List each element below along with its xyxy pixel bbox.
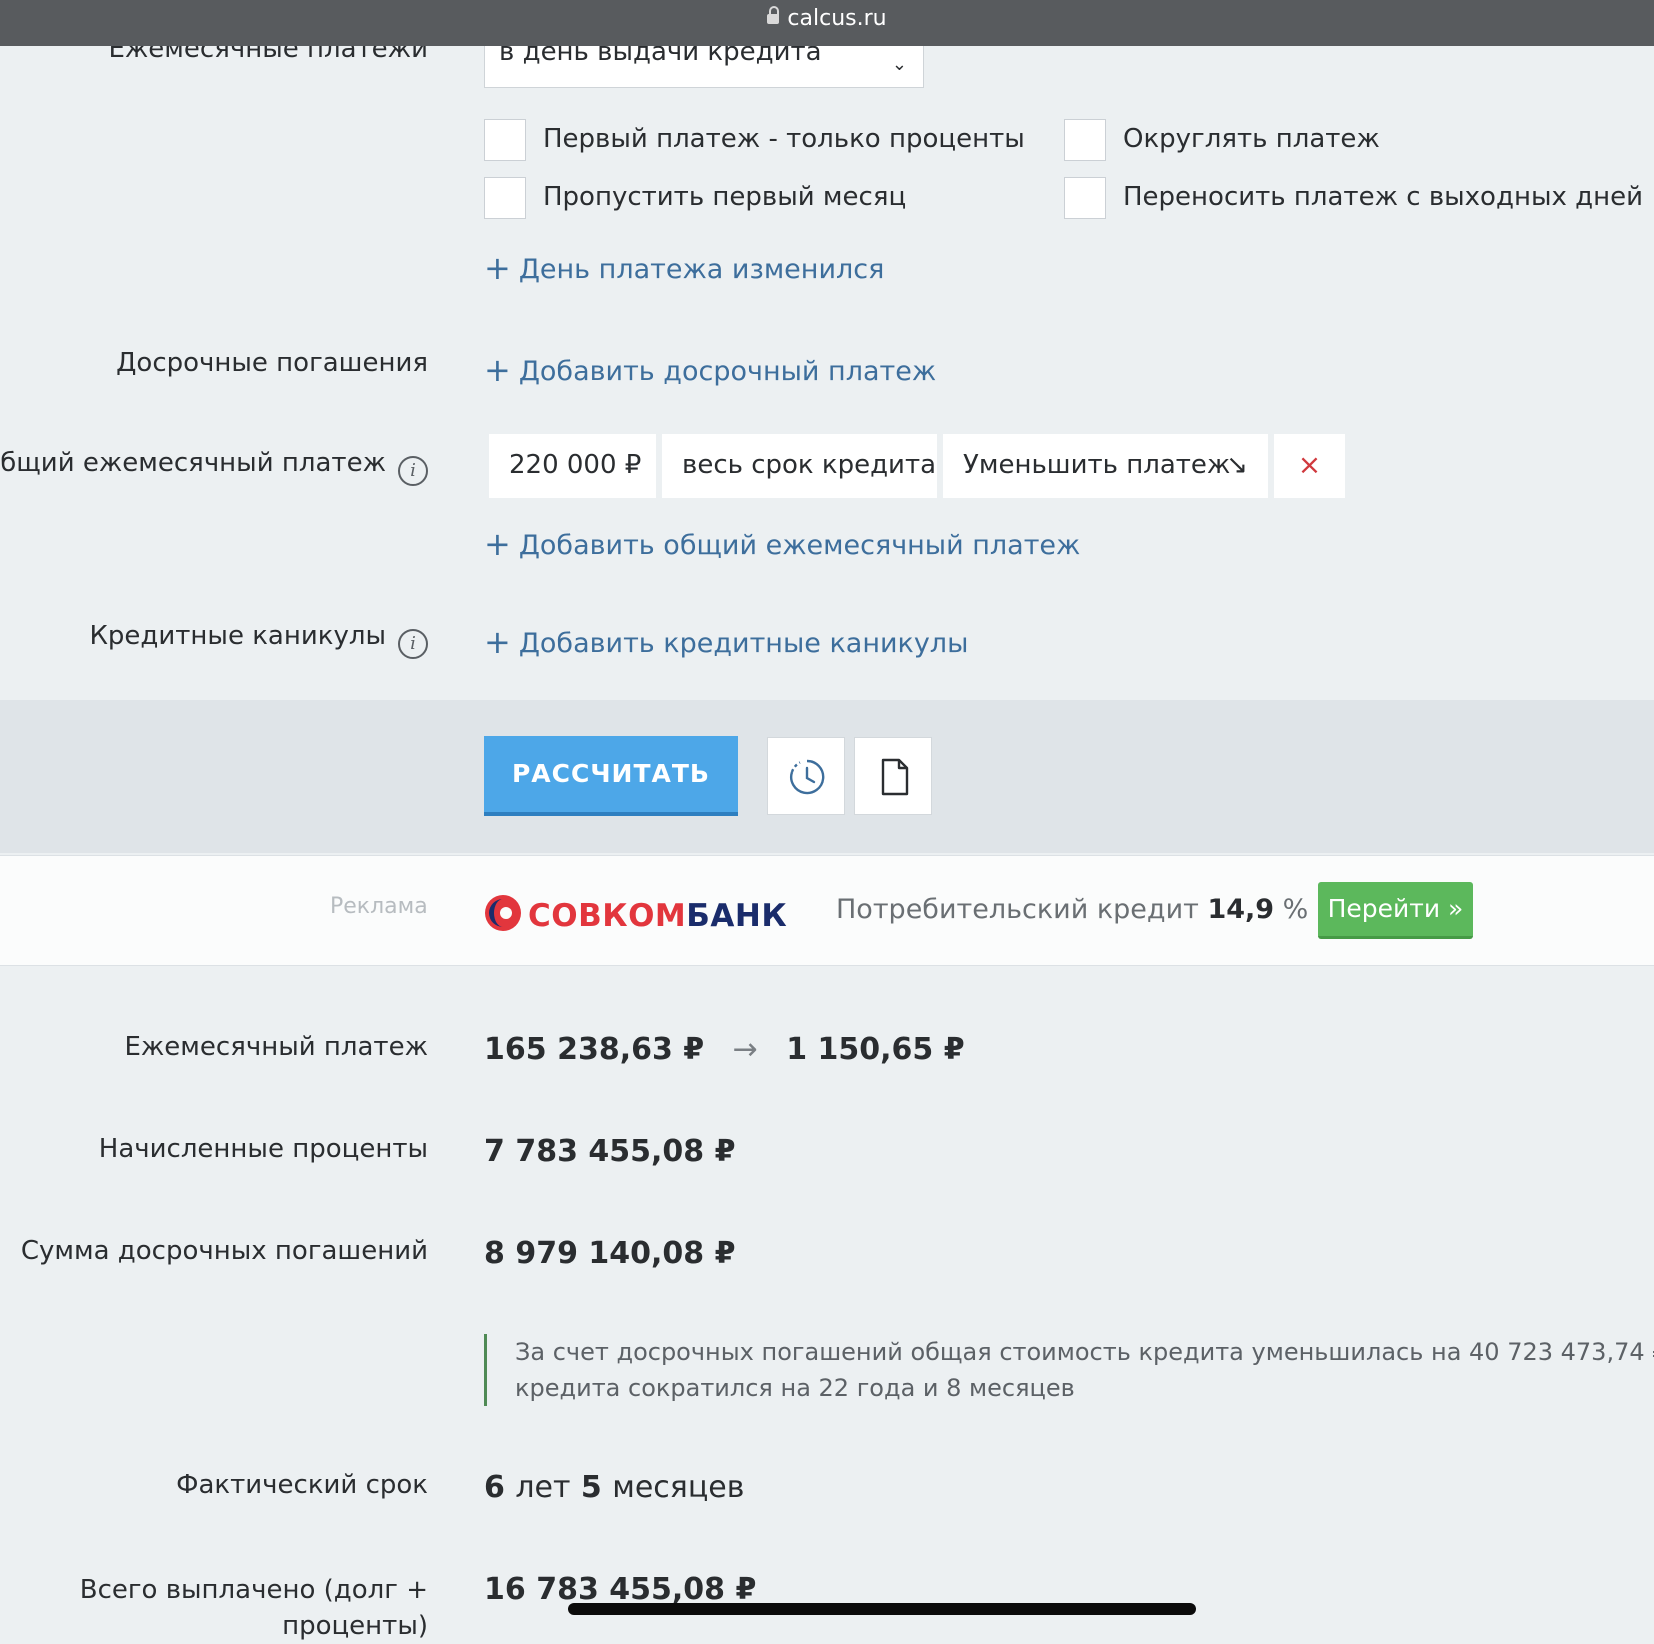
clock-history-icon (790, 759, 825, 795)
checkbox-label-move-weekend-payment: Переносить платеж с выходных дней (1123, 182, 1643, 212)
plus-icon: + (484, 623, 511, 661)
ad-label: Реклама (330, 894, 428, 919)
checkbox-skip-first-month[interactable] (484, 177, 526, 219)
document-icon (881, 758, 909, 796)
checkbox-move-weekend-payment[interactable] (1064, 177, 1106, 219)
checkbox-label-first-interest-only: Первый платеж - только проценты (543, 124, 1025, 154)
url-display[interactable]: calcus.ru (0, 6, 1654, 31)
history-button[interactable] (767, 737, 845, 815)
plus-icon: + (484, 249, 511, 287)
total-payment-period-chip[interactable]: весь срок кредита (662, 434, 937, 498)
remove-total-payment-button[interactable]: × (1274, 434, 1345, 498)
info-icon[interactable]: i (398, 456, 428, 486)
sovcombank-logo[interactable]: СОВКОМБАНК (484, 888, 787, 934)
arrow-down-right-icon: ↘ (1226, 450, 1248, 480)
result-early-sum-value: 8 979 140,08 ₽ (484, 1236, 736, 1271)
payment-day-changed-link[interactable]: + День платежа изменился (484, 248, 884, 287)
lock-icon (767, 6, 780, 24)
total-monthly-payment-label: Общий ежемесячный платеж i (0, 448, 428, 486)
result-actual-term-value: 6 лет 5 месяцев (484, 1470, 745, 1505)
sovcombank-logo-icon (485, 895, 521, 931)
result-early-sum-label: Сумма досрочных погашений (20, 1236, 428, 1266)
checkbox-label-round-payment: Округлять платеж (1123, 124, 1380, 154)
checkbox-first-interest-only[interactable] (484, 119, 526, 161)
checkbox-round-payment[interactable] (1064, 119, 1106, 161)
savings-note: За счет досрочных погашений общая стоимо… (484, 1334, 1654, 1406)
ad-rate: 14,9 (1207, 894, 1275, 925)
calculate-button[interactable]: РАССЧИТАТЬ (484, 736, 738, 816)
early-repayments-label: Досрочные погашения (116, 348, 428, 378)
home-indicator[interactable] (568, 1603, 1196, 1615)
ad-text: Потребительский кредит 14,9 % (836, 894, 1309, 925)
total-payment-mode-chip[interactable]: Уменьшить платеж ↘ (943, 434, 1268, 498)
arrow-right-icon: → (732, 1032, 758, 1067)
document-button[interactable] (854, 737, 932, 815)
info-icon[interactable]: i (398, 629, 428, 659)
ad-banner: Реклама СОВКОМБАНК Потребительский креди… (0, 855, 1654, 966)
credit-holidays-label: Кредитные каникулы i (89, 621, 428, 659)
result-total-paid-value: 16 783 455,08 ₽ (484, 1572, 757, 1607)
checkbox-label-skip-first-month: Пропустить первый месяц (543, 182, 907, 212)
total-payment-amount-chip[interactable]: 220 000 ₽ (489, 434, 656, 498)
result-interest-value: 7 783 455,08 ₽ (484, 1134, 736, 1169)
result-total-paid-label: Всего выплачено (долг + проценты) (79, 1575, 428, 1641)
browser-address-bar[interactable]: calcus.ru (0, 0, 1654, 46)
add-credit-holidays-link[interactable]: + Добавить кредитные каникулы (484, 622, 968, 661)
result-actual-term-label: Фактический срок (176, 1470, 428, 1500)
ad-go-button[interactable]: Перейти » (1318, 882, 1473, 939)
plus-icon: + (484, 351, 511, 389)
result-monthly-payment-value: 165 238,63 ₽ → 1 150,65 ₽ (484, 1032, 965, 1067)
plus-icon: + (484, 525, 511, 563)
result-interest-label: Начисленные проценты (98, 1134, 428, 1164)
result-monthly-payment-label: Ежемесячный платеж (124, 1032, 428, 1062)
add-total-monthly-payment-link[interactable]: + Добавить общий ежемесячный платеж (484, 524, 1080, 563)
add-early-payment-link[interactable]: + Добавить досрочный платеж (484, 350, 936, 389)
